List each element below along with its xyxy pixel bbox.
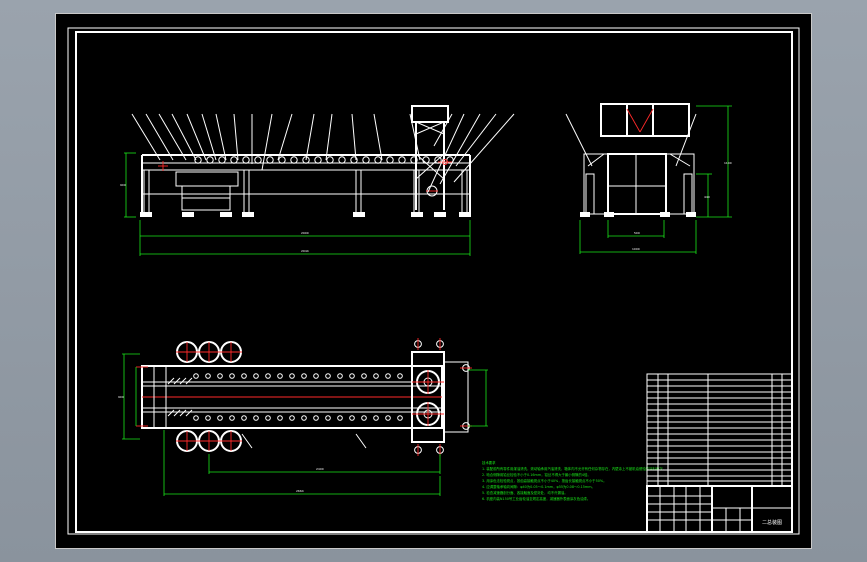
- svg-text:2400: 2400: [316, 467, 324, 471]
- parts-list-rows: [647, 379, 792, 482]
- drawing-name: 二总装图: [762, 519, 782, 526]
- note-line: 2. 啮合侧隙用铅丝检验不小于0.16mm，铅丝不得大于最小侧隙的4倍。: [482, 472, 591, 477]
- note-line: 3. 用涂色法检验斑点，按齿高接触斑点不小于40%，按齿长接触斑点不小于50%。: [482, 478, 607, 483]
- svg-text:900: 900: [120, 183, 126, 187]
- note-line: 1. 装配前所有零件用煤油清洗，滚动轴承用汽油清洗，箱体内不允许有任何杂物存在，…: [482, 466, 666, 471]
- cad-viewport[interactable]: 900 2900 2944 500 1000 1100 440 900 2400…: [55, 13, 812, 549]
- side-view: 500 1000 1100 440: [565, 103, 732, 254]
- svg-text:440: 440: [704, 195, 710, 199]
- technical-notes: 技术要求 1. 装配前所有零件用煤油清洗，滚动轴承用汽油清洗，箱体内不允许有任何…: [482, 460, 666, 501]
- svg-text:900: 900: [118, 395, 124, 399]
- svg-text:500: 500: [634, 231, 640, 235]
- svg-text:1100: 1100: [724, 161, 732, 165]
- svg-text:2664: 2664: [296, 489, 304, 493]
- notes-title: 技术要求: [482, 460, 496, 465]
- assembly-drawing: 900 2900 2944 500 1000 1100 440 900 2400…: [67, 27, 800, 535]
- svg-text:2900: 2900: [301, 231, 309, 235]
- svg-text:2944: 2944: [301, 249, 309, 253]
- front-rollers: [194, 156, 454, 164]
- note-line: 4. 应调整轴承轴向间隙：φ40为0.05～0.1mm，φ55为0.08～0.1…: [482, 484, 595, 489]
- top-view: 900 2400 2664: [118, 338, 488, 496]
- note-line: 6. 机座内装N150号工业齿轮油至规定高度，减速器外表面涂灰色油漆。: [482, 496, 590, 501]
- front-view: 900 2900 2944: [120, 105, 515, 256]
- title-block: 二总装图: [646, 485, 793, 533]
- parts-list: [646, 373, 793, 487]
- svg-text:1000: 1000: [632, 247, 640, 251]
- front-leaders: [131, 113, 515, 193]
- note-line: 5. 检查减速器剖分面、各接触面及密封处，均不许漏油。: [482, 490, 568, 495]
